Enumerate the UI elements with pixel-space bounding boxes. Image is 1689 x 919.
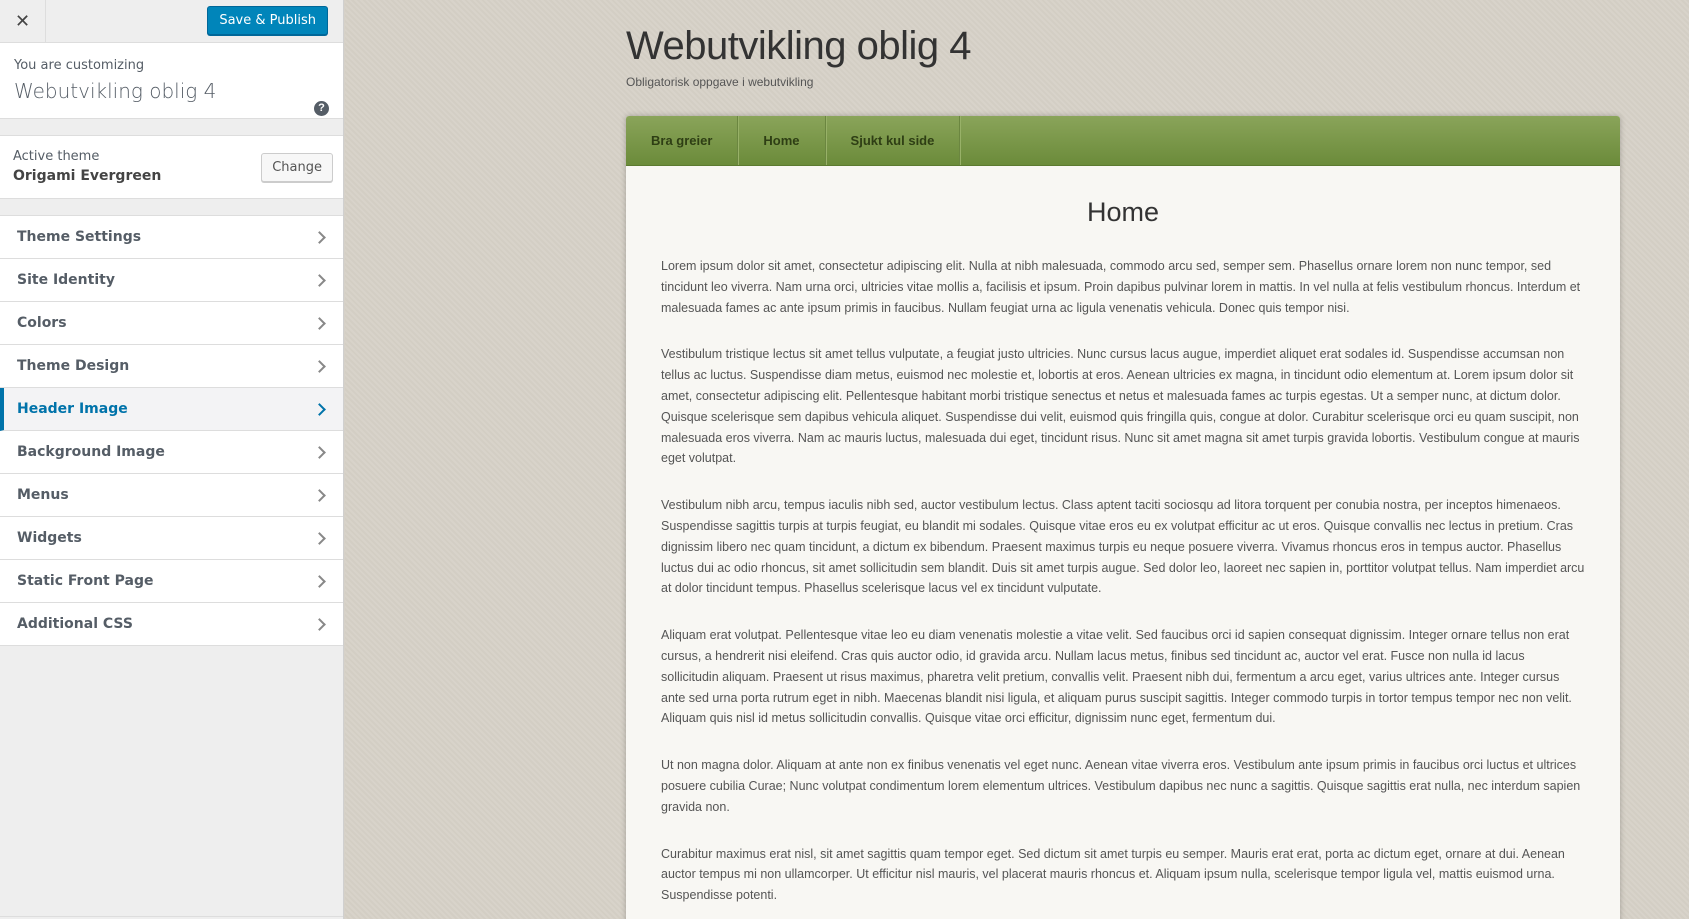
panel-site-identity[interactable]: Site Identity	[0, 259, 343, 302]
panel-theme-settings[interactable]: Theme Settings	[0, 216, 343, 259]
content-paragraph: Lorem ipsum dolor sit amet, consectetur …	[661, 259, 1581, 315]
site-header: Webutvikling oblig 4 Obligatorisk oppgav…	[626, 24, 972, 89]
panel-label: Menus	[17, 487, 69, 503]
content-wrapper: Bra greier Home Sjukt kul side Home Lorem …	[626, 116, 1620, 919]
change-theme-button[interactable]: Change	[261, 153, 333, 182]
chevron-right-icon	[313, 445, 326, 459]
panel-additional-css[interactable]: Additional CSS	[0, 603, 343, 646]
panel-colors[interactable]: Colors	[0, 302, 343, 345]
active-theme-section: Active theme Origami Evergreen Change	[0, 135, 343, 199]
help-icon[interactable]: ?	[314, 101, 329, 116]
panel-label: Header Image	[17, 401, 128, 417]
panel-label: Static Front Page	[17, 573, 154, 589]
content-paragraph: Aliquam erat volutpat. Pellentesque vita…	[661, 628, 1572, 726]
page-content: Lorem ipsum dolor sit amet, consectetur …	[626, 228, 1620, 906]
chevron-right-icon	[313, 574, 326, 588]
nav-item[interactable]: Home	[738, 116, 826, 165]
chevron-right-icon	[313, 617, 326, 631]
panel-label: Colors	[17, 315, 67, 331]
content-paragraph: Curabitur maximus erat nisl, sit amet sa…	[661, 846, 1565, 903]
panel-label: Additional CSS	[17, 616, 133, 632]
customizing-label: You are customizing	[14, 58, 145, 73]
panel-label: Theme Settings	[17, 229, 142, 245]
nav-item[interactable]: Sjukt kul side	[826, 116, 961, 165]
nav-item[interactable]: Bra greier	[626, 116, 739, 165]
content-paragraph: Ut non magna dolor. Aliquam at ante non …	[661, 758, 1581, 814]
panel-label: Widgets	[17, 530, 82, 546]
panel-background-image[interactable]: Background Image	[0, 431, 343, 474]
main-navigation: Bra greier Home Sjukt kul side	[626, 116, 1620, 166]
panel-header-image[interactable]: Header Image	[0, 388, 343, 431]
customizer-header: ✕ Save & Publish	[0, 0, 343, 43]
panel-label: Background Image	[17, 444, 165, 460]
panel-theme-design[interactable]: Theme Design	[0, 345, 343, 388]
panel-static-front-page[interactable]: Static Front Page	[0, 560, 343, 603]
panel-widgets[interactable]: Widgets	[0, 517, 343, 560]
page-title: Home	[1086, 197, 1160, 227]
panel-label: Theme Design	[17, 358, 130, 374]
site-preview: Webutvikling oblig 4 Obligatorisk oppgav…	[345, 0, 1689, 919]
content-paragraph: Vestibulum tristique lectus sit amet tel…	[661, 347, 1580, 466]
save-publish-button[interactable]: Save & Publish	[207, 6, 328, 35]
chevron-right-icon	[313, 531, 326, 545]
customizing-site-title: Webutvikling oblig 4	[14, 79, 217, 103]
customize-info: You are customizing Webutvikling oblig 4…	[0, 43, 343, 119]
chevron-right-icon	[313, 359, 326, 373]
panel-menus[interactable]: Menus	[0, 474, 343, 517]
panel-label: Site Identity	[17, 272, 115, 288]
site-tagline: Obligatorisk oppgave i webutvikling	[626, 75, 814, 89]
chevron-right-icon	[313, 230, 326, 244]
customizer-sidebar: ✕ Save & Publish You are customizing Web…	[0, 0, 344, 919]
content-paragraph: Vestibulum nibh arcu, tempus iaculis nib…	[661, 498, 1585, 596]
site-title[interactable]: Webutvikling oblig 4	[626, 24, 972, 69]
chevron-right-icon	[313, 316, 326, 330]
panel-list: Theme Settings Site Identity Colors Theme D…	[0, 215, 343, 646]
chevron-right-icon	[313, 488, 326, 502]
chevron-right-icon	[313, 273, 326, 287]
close-icon[interactable]: ✕	[0, 0, 46, 43]
chevron-right-icon	[313, 402, 326, 416]
